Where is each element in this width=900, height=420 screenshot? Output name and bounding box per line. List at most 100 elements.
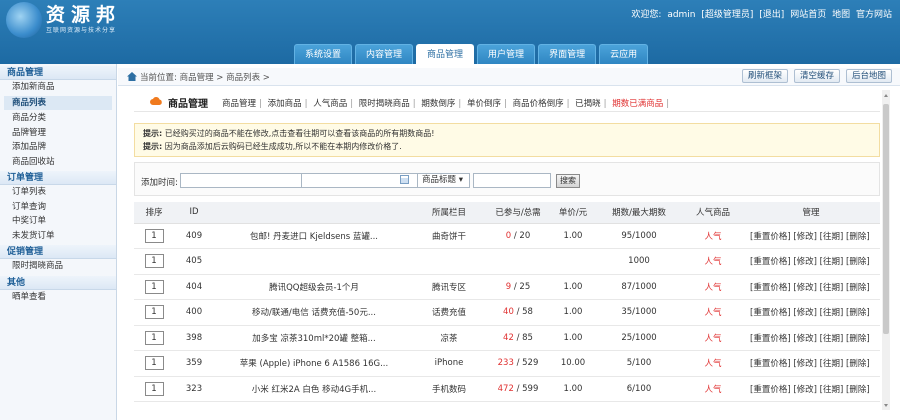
row-id: 398 bbox=[174, 325, 214, 351]
row-title[interactable]: 苹果 (Apple) iPhone 6 A1586 16G... bbox=[214, 350, 414, 377]
row-price: 1.00 bbox=[552, 299, 594, 326]
row-hot[interactable]: 人气 bbox=[684, 223, 742, 249]
link-hot-goods[interactable]: 人气商品 bbox=[313, 99, 347, 109]
row-price: 1.00 bbox=[552, 325, 594, 351]
row-joined: 0 / 20 bbox=[484, 223, 552, 249]
row-manage-links[interactable]: [重置价格] [修改] [往期] [删除] bbox=[742, 274, 880, 300]
row-title[interactable] bbox=[214, 248, 414, 275]
sidebar-item-share[interactable]: 晒单查看 bbox=[0, 290, 116, 305]
row-title[interactable]: 移动/联通/电信 话费充值-50元... bbox=[214, 299, 414, 326]
link-full-periods[interactable]: 期数已满商品 bbox=[612, 99, 663, 109]
row-manage-links[interactable]: [重置价格] [修改] [往期] [删除] bbox=[742, 376, 880, 402]
tab-content[interactable]: 内容管理 bbox=[355, 44, 414, 64]
search-button[interactable]: 搜索 bbox=[556, 174, 580, 188]
sort-input[interactable]: 1 bbox=[144, 330, 164, 345]
sidebar-item-add-goods[interactable]: 添加新商品 bbox=[0, 80, 116, 95]
sidebar-item-goods-list[interactable]: 商品列表 bbox=[4, 95, 112, 110]
sidebar-group-goods[interactable]: 商品管理 bbox=[0, 66, 116, 80]
row-joined: 9 / 25 bbox=[484, 274, 552, 300]
tab-cloud[interactable]: 云应用 bbox=[599, 44, 649, 64]
sidebar-item-order-search[interactable]: 订单查询 bbox=[0, 200, 116, 215]
row-category: 话费充值 bbox=[414, 299, 484, 326]
user-name: admin bbox=[667, 10, 696, 20]
home-link[interactable]: 网站首页 bbox=[790, 10, 826, 20]
row-periods: 5/100 bbox=[594, 350, 684, 377]
start-date-input[interactable] bbox=[180, 173, 302, 188]
link-price-desc[interactable]: 商品价格倒序 bbox=[513, 99, 564, 109]
tab-system[interactable]: 系统设置 bbox=[294, 44, 353, 64]
row-hot[interactable]: 人气 bbox=[684, 248, 742, 275]
link-period-desc[interactable]: 期数倒序 bbox=[421, 99, 455, 109]
link-goods-manage[interactable]: 商品管理 bbox=[222, 99, 256, 109]
sort-input[interactable]: 1 bbox=[144, 381, 164, 396]
sidebar-item-winning-orders[interactable]: 中奖订单 bbox=[0, 214, 116, 229]
top-links: 欢迎您: admin [超级管理员] [退出] 网站首页 地图 官方网站 bbox=[628, 7, 892, 20]
row-manage-links[interactable]: [重置价格] [修改] [往期] [删除] bbox=[742, 325, 880, 351]
table-row: 1 400 移动/联通/电信 话费充值-50元... 话费充值 40 / 58 … bbox=[134, 299, 880, 326]
search-input[interactable] bbox=[473, 173, 551, 188]
row-title[interactable]: 加多宝 凉茶310ml*20罐 整箱... bbox=[214, 325, 414, 351]
row-manage-links[interactable]: [重置价格] [修改] [往期] [删除] bbox=[742, 248, 880, 275]
sort-input[interactable]: 1 bbox=[144, 228, 164, 243]
sort-input[interactable]: 1 bbox=[144, 279, 164, 294]
link-unitprice-desc[interactable]: 单价倒序 bbox=[467, 99, 501, 109]
logout-link[interactable]: [退出] bbox=[759, 10, 784, 20]
col-category: 所属栏目 bbox=[414, 202, 484, 224]
row-manage-links[interactable]: [重置价格] [修改] [往期] [删除] bbox=[742, 223, 880, 249]
row-periods: 1000 bbox=[594, 248, 684, 275]
sidebar-item-category[interactable]: 商品分类 bbox=[0, 111, 116, 126]
row-id: 400 bbox=[174, 299, 214, 326]
row-hot[interactable]: 人气 bbox=[684, 299, 742, 326]
tab-users[interactable]: 用户管理 bbox=[477, 44, 536, 64]
sidebar-item-recycle[interactable]: 商品回收站 bbox=[0, 155, 116, 170]
table-row: 1 323 小米 红米2A 白色 移动4G手机... 手机数码 472 / 59… bbox=[134, 376, 880, 402]
scrollbar-thumb[interactable] bbox=[883, 104, 889, 334]
row-hot[interactable]: 人气 bbox=[684, 274, 742, 300]
notice-line-2: 提示: 因为商品添加后云购码已经生成成功,所以不能在本期内修改价格了. bbox=[143, 142, 402, 151]
field-select[interactable]: 商品标题 ▾ bbox=[417, 173, 470, 188]
row-manage-links[interactable]: [重置价格] [修改] [往期] [删除] bbox=[742, 299, 880, 326]
row-periods: 35/1000 bbox=[594, 299, 684, 326]
sidebar-item-brands[interactable]: 品牌管理 bbox=[0, 126, 116, 141]
row-category: 曲奇饼干 bbox=[414, 223, 484, 249]
sort-input[interactable]: 1 bbox=[144, 305, 164, 320]
sidebar-item-add-brand[interactable]: 添加品牌 bbox=[0, 140, 116, 155]
link-limited-goods[interactable]: 限时揭晓商品 bbox=[359, 99, 410, 109]
sort-input[interactable]: 1 bbox=[144, 254, 164, 269]
row-hot[interactable]: 人气 bbox=[684, 350, 742, 377]
sort-input[interactable]: 1 bbox=[144, 356, 164, 371]
backend-map-button[interactable]: 后台地图 bbox=[845, 69, 892, 83]
vertical-scrollbar[interactable] bbox=[882, 90, 890, 410]
row-joined: 233 / 529 bbox=[484, 350, 552, 377]
link-revealed[interactable]: 已揭晓 bbox=[575, 99, 601, 109]
clear-cache-button[interactable]: 清空缓存 bbox=[793, 69, 840, 83]
site-tagline: 互联网资源与技术分享 bbox=[46, 27, 117, 34]
main-nav-tabs: 系统设置 内容管理 商品管理 用户管理 界面管理 云应用 bbox=[294, 44, 651, 64]
scroll-up-arrow-icon[interactable] bbox=[884, 94, 888, 97]
sidebar-item-order-list[interactable]: 订单列表 bbox=[0, 185, 116, 200]
scroll-down-arrow-icon[interactable] bbox=[884, 404, 888, 407]
sidebar-group-other[interactable]: 其他 bbox=[0, 275, 116, 290]
sidebar-group-promo[interactable]: 促销管理 bbox=[0, 245, 116, 259]
refresh-frame-button[interactable]: 刷新框架 bbox=[741, 69, 788, 83]
row-hot[interactable]: 人气 bbox=[684, 325, 742, 351]
table-row: 1 398 加多宝 凉茶310ml*20罐 整箱... 凉茶 42 / 85 1… bbox=[134, 325, 880, 351]
breadcrumb-buttons: 刷新框架 清空缓存 后台地图 bbox=[736, 69, 892, 83]
official-link[interactable]: 官方网站 bbox=[856, 10, 892, 20]
row-manage-links[interactable]: [重置价格] [修改] [往期] [删除] bbox=[742, 350, 880, 377]
link-add-goods[interactable]: 添加商品 bbox=[268, 99, 302, 109]
sidebar-item-limited[interactable]: 限时揭晓商品 bbox=[0, 259, 116, 274]
row-hot[interactable]: 人气 bbox=[684, 376, 742, 402]
tab-interface[interactable]: 界面管理 bbox=[538, 44, 597, 64]
col-price: 单价/元 bbox=[552, 202, 594, 224]
row-title[interactable]: 包邮! 丹麦进口 Kjeldsens 蓝罐... bbox=[214, 223, 414, 249]
sidebar-item-unshipped[interactable]: 未发货订单 bbox=[0, 229, 116, 244]
calendar-icon[interactable] bbox=[400, 175, 409, 184]
section-header: 商品管理 商品管理 | 添加商品 | 人气商品 | 限时揭晓商品 | 期数倒序 | 单价倒… bbox=[134, 90, 880, 112]
main-content: 商品管理 商品管理 | 添加商品 | 人气商品 | 限时揭晓商品 | 期数倒序 | 单价倒… bbox=[134, 90, 880, 420]
map-link[interactable]: 地图 bbox=[832, 10, 850, 20]
sidebar-group-orders[interactable]: 订单管理 bbox=[0, 171, 116, 185]
row-title[interactable]: 腾讯QQ超级会员-1个月 bbox=[214, 274, 414, 300]
row-title[interactable]: 小米 红米2A 白色 移动4G手机... bbox=[214, 376, 414, 402]
tab-goods[interactable]: 商品管理 bbox=[416, 44, 475, 64]
